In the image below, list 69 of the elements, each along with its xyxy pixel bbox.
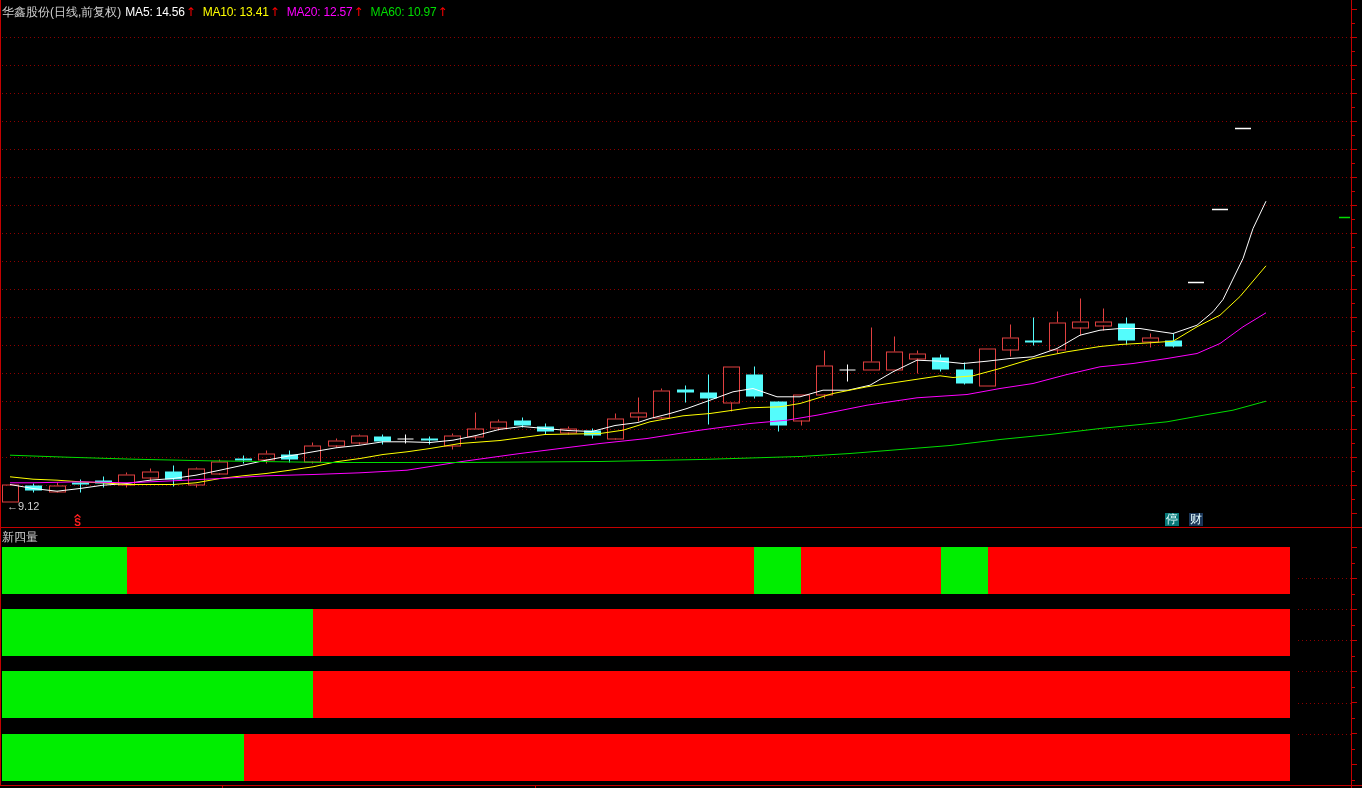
candlestick [351,434,368,445]
candlestick [211,459,228,475]
price-mark [1187,281,1205,284]
candlestick [700,374,717,425]
candlestick [304,442,321,464]
candlestick [235,455,252,464]
event-badge: 财 [1189,513,1203,526]
candlestick [746,366,763,399]
candlestick [258,450,275,464]
candlestick [25,483,42,493]
candlestick [793,394,810,426]
candlestick [1165,333,1182,348]
price-mark [1234,127,1252,130]
candlestick [653,388,670,419]
candlestick [932,354,949,372]
candlestick [863,327,880,371]
current-price-mark [1338,216,1351,219]
candlestick [188,467,205,488]
event-badge: 停 [1165,513,1179,526]
ma-legend-label: MA60: 10.97 [370,5,437,19]
candlestick [444,433,461,450]
candlestick [1095,308,1112,331]
candlestick [607,413,624,440]
candlestick [1025,317,1042,346]
price-mark [1211,208,1229,211]
candlestick [1002,324,1019,357]
candlestick [421,436,438,445]
candlestick [1049,311,1066,354]
ma-legend-label: MA5: 14.56 [125,5,185,19]
candlestick [397,434,414,444]
candlestick [630,397,647,422]
candlestick [1072,298,1089,336]
candlestick [328,438,345,448]
candlestick [886,336,903,371]
candlestick [165,465,182,487]
candlestick [537,423,554,435]
trend-arrow: ↑ [185,5,196,19]
candlestick [142,468,159,481]
candlestick [95,476,112,488]
candlestick [677,385,694,403]
candlestick [909,350,926,374]
trend-arrow: ↑ [353,5,364,19]
candlestick [467,412,484,440]
trend-arrow: ↑ [269,5,280,19]
candlestick [2,484,19,503]
candlestick [490,419,507,431]
trend-arrow: ↑ [437,5,448,19]
candlestick [584,428,601,439]
candlestick [956,362,973,385]
candlestick [979,348,996,387]
candlestick [514,417,531,428]
ma-legend-label: MA10: 13.41 [202,5,269,19]
caret-icon [74,514,81,518]
candlestick [560,426,577,435]
indicator-title: 新四量 [2,530,38,544]
candlestick [723,366,740,412]
candlestick [1142,333,1159,348]
candlestick [281,450,298,463]
candlestick [1118,317,1135,345]
signal-marker: S [74,518,81,527]
candlestick [816,350,833,399]
candlestick [49,482,66,493]
candlestick [118,472,135,488]
candlestick [72,479,89,493]
ma-legend-label: MA20: 12.57 [286,5,353,19]
candlestick [374,434,391,445]
low-price-label: ←9.12 [7,500,40,513]
chart-title: 华鑫股份(日线,前复权) [2,5,122,19]
candlestick [839,364,856,382]
